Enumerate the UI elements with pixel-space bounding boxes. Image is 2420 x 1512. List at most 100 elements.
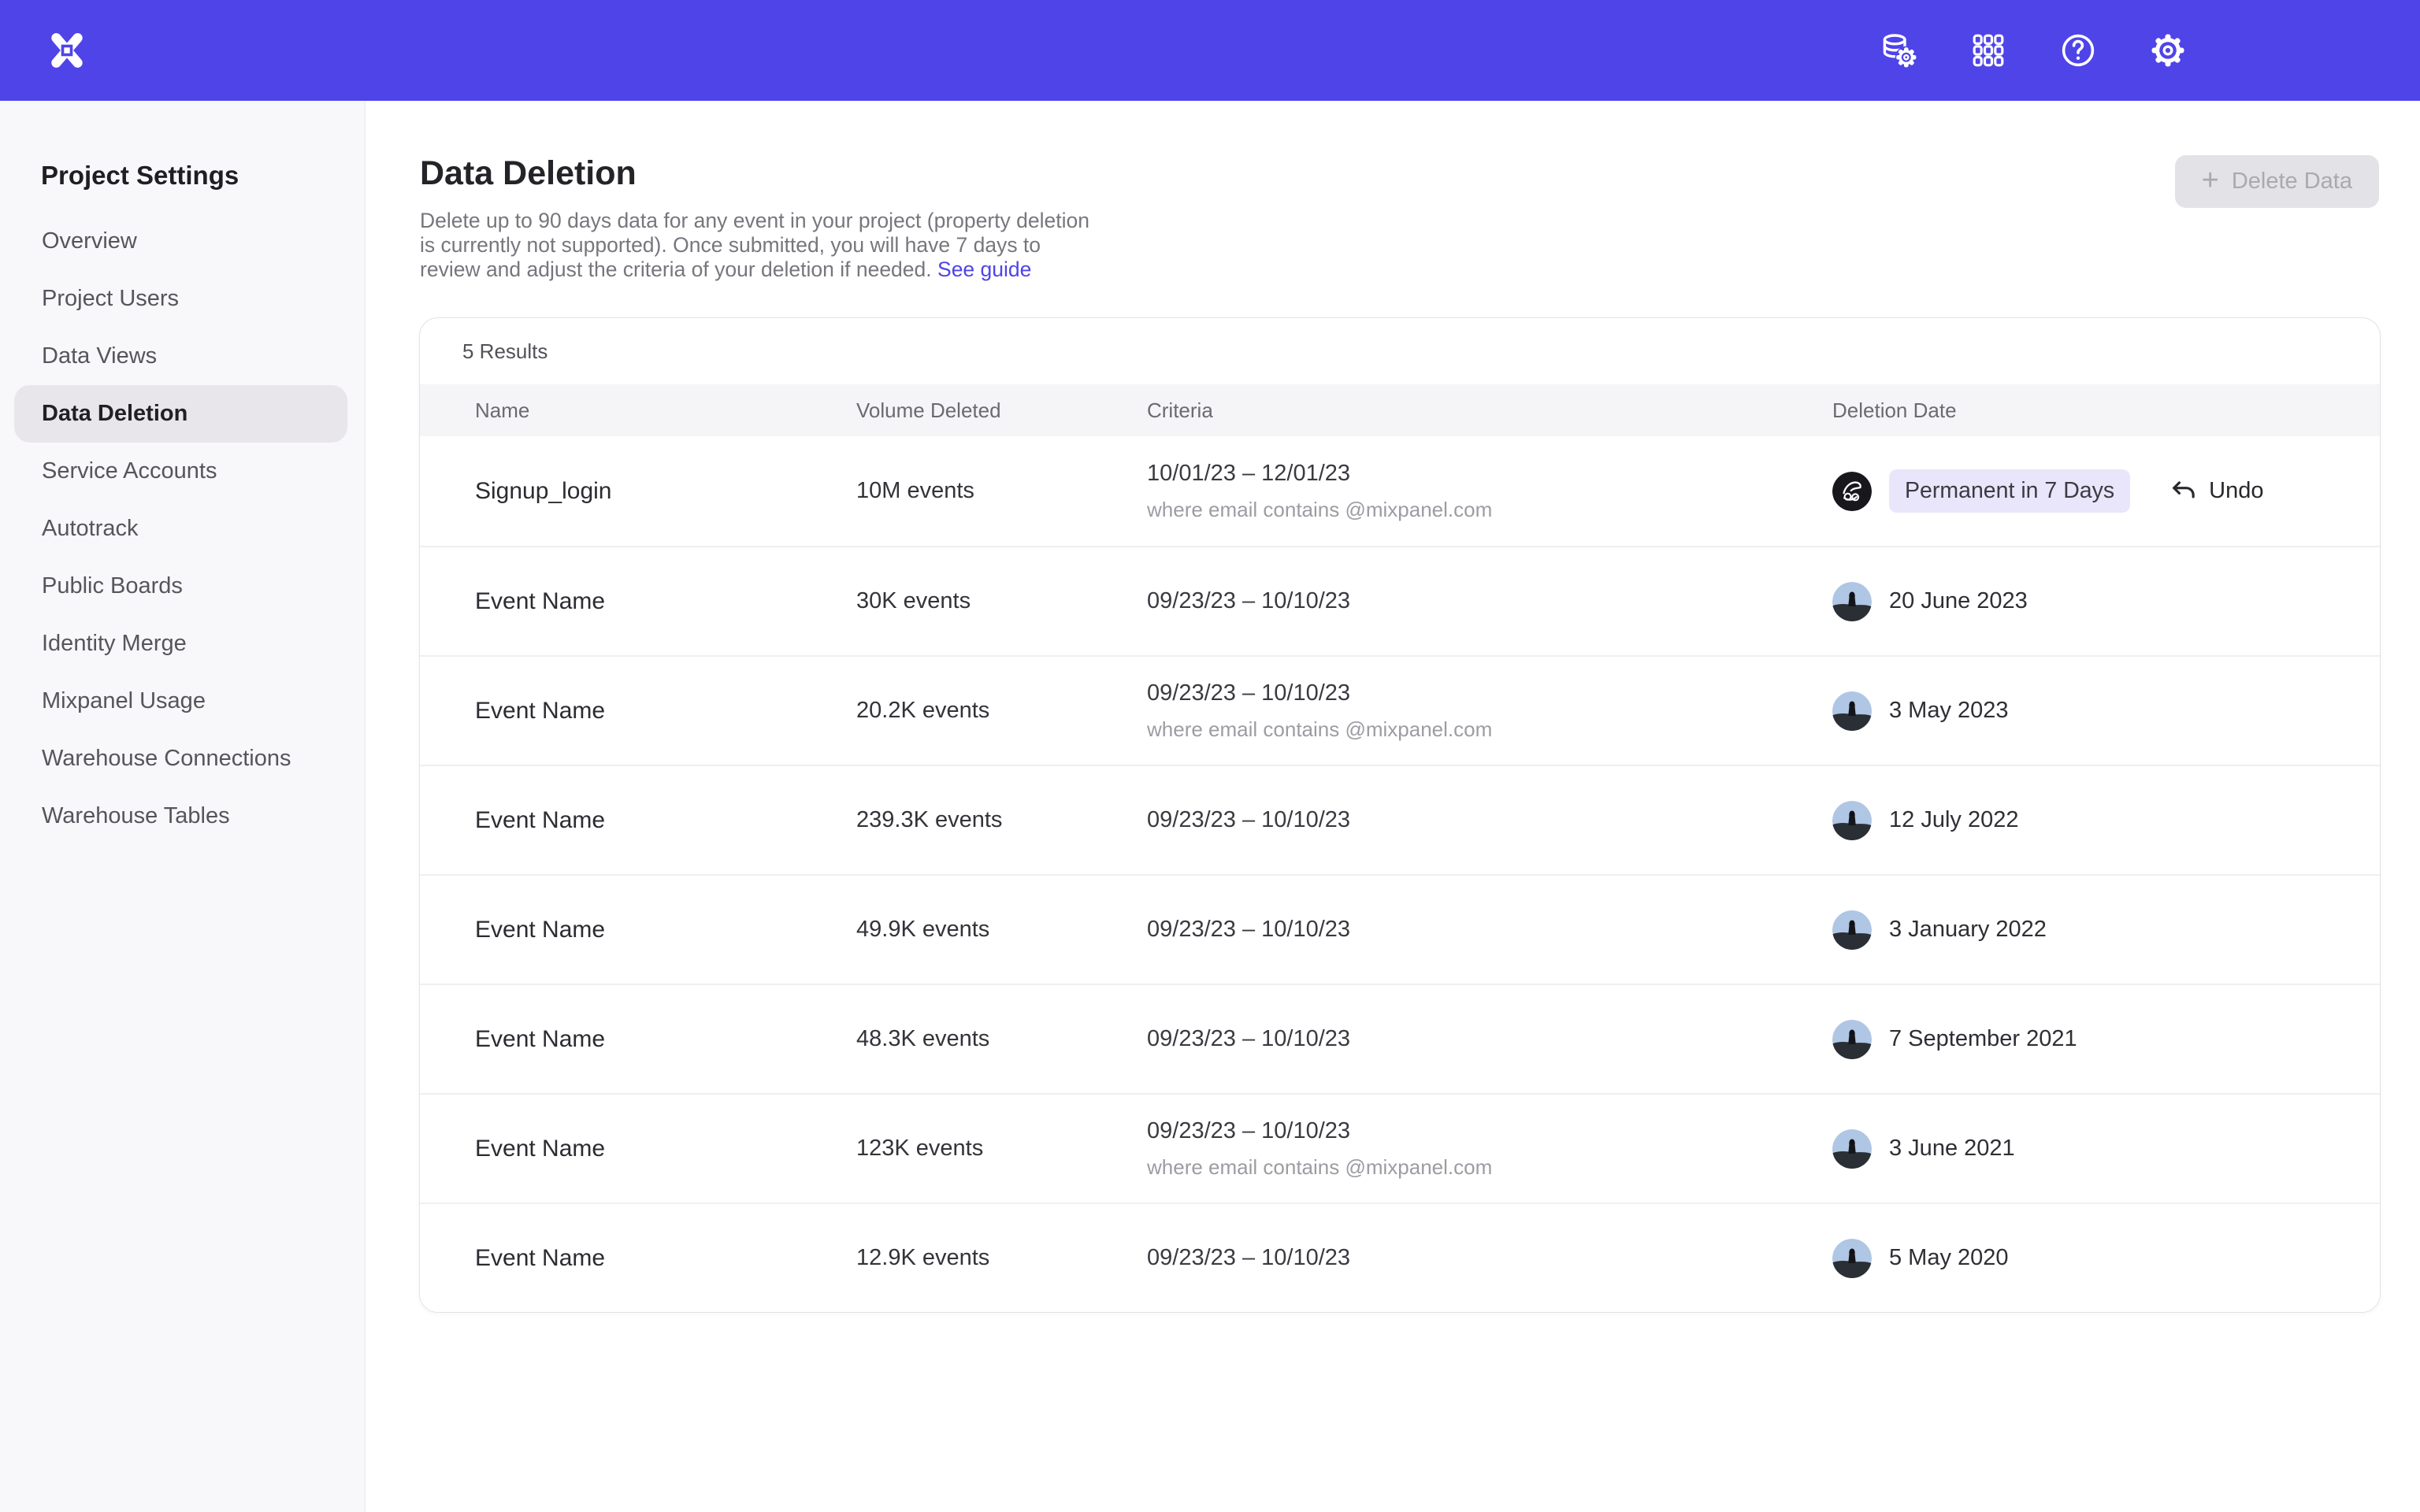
see-guide-link[interactable]: See guide [937,258,1031,281]
cell-volume: 30K events [856,588,1147,614]
sidebar-title: Project Settings [41,161,365,191]
cell-volume: 12.9K events [856,1245,1147,1271]
sidebar: Project Settings Overview Project Users … [0,101,366,1512]
criteria-date-range: 09/23/23 – 10/10/23 [1147,1245,1832,1271]
table-row: Event Name 49.9K events 09/23/23 – 10/10… [420,874,2380,984]
criteria-filter: where email contains @mixpanel.com [1147,1155,1832,1180]
table-row: Event Name 48.3K events 09/23/23 – 10/10… [420,984,2380,1093]
column-header-criteria: Criteria [1147,398,1832,423]
sidebar-item[interactable]: Data Deletion [14,385,347,443]
topbar-icon-group [1880,0,2187,101]
table-header-row: Name Volume Deleted Criteria Deletion Da… [420,384,2380,436]
sidebar-item[interactable]: Overview [14,213,347,270]
results-count: 5 Results [462,339,547,364]
criteria-date-range: 09/23/23 – 10/10/23 [1147,917,1832,943]
user-avatar-photo [1832,691,1872,731]
criteria-date-range: 10/01/23 – 12/01/23 [1147,461,1832,487]
user-avatar-photo [1832,1129,1872,1169]
criteria-date-range: 09/23/23 – 10/10/23 [1147,680,1832,706]
sidebar-item[interactable]: Service Accounts [14,443,347,500]
table-row: Event Name 12.9K events 09/23/23 – 10/10… [420,1203,2380,1312]
cell-deletion-date: 3 June 2021 [1832,1129,2380,1169]
user-avatar-photo [1832,801,1872,840]
permanent-badge: Permanent in 7 Days [1889,469,2130,513]
user-avatar-photo [1832,910,1872,950]
cell-volume: 239.3K events [856,807,1147,833]
cell-volume: 20.2K events [856,698,1147,724]
deletion-date: 5 May 2020 [1889,1245,2009,1271]
cell-name: Event Name [420,698,856,724]
cell-deletion-date: 3 May 2023 [1832,691,2380,731]
page-title: Data Deletion [420,154,1105,193]
cell-name: Event Name [420,1245,856,1272]
criteria-date-range: 09/23/23 – 10/10/23 [1147,1026,1832,1052]
cell-volume: 48.3K events [856,1026,1147,1052]
sidebar-item[interactable]: Project Users [14,270,347,328]
undo-icon [2169,477,2198,506]
criteria-filter: where email contains @mixpanel.com [1147,498,1832,522]
undo-label: Undo [2209,478,2263,504]
cell-criteria: 09/23/23 – 10/10/23 [1147,588,1832,614]
cell-deletion-date: 20 June 2023 [1832,582,2380,621]
cell-name: Event Name [420,1136,856,1162]
sidebar-list: Overview Project Users Data Views Data D… [0,213,365,845]
plus-icon: + [2202,165,2219,195]
user-avatar-illustration [1832,472,1872,511]
sidebar-item[interactable]: Data Views [14,328,347,385]
cell-criteria: 09/23/23 – 10/10/23 [1147,917,1832,943]
table-row: Signup_login 10M events 10/01/23 – 12/01… [420,436,2380,546]
results-card: 5 Results Name Volume Deleted Criteria D… [419,317,2381,1313]
undo-button[interactable]: Undo [2169,477,2263,506]
deletion-date: 3 January 2022 [1889,917,2047,943]
cell-name: Event Name [420,807,856,834]
user-avatar-photo [1832,582,1872,621]
criteria-date-range: 09/23/23 – 10/10/23 [1147,807,1832,833]
table-row: Event Name 30K events 09/23/23 – 10/10/2… [420,546,2380,655]
cell-name: Signup_login [420,478,856,505]
cell-criteria: 09/23/23 – 10/10/23 [1147,807,1832,833]
cell-deletion-date: 5 May 2020 [1832,1239,2380,1278]
sidebar-item[interactable]: Warehouse Connections [14,730,347,788]
sidebar-item[interactable]: Identity Merge [14,615,347,673]
topbar [0,0,2420,101]
sidebar-item[interactable]: Autotrack [14,500,347,558]
deletion-date: 3 May 2023 [1889,698,2009,724]
user-avatar-photo [1832,1239,1872,1278]
column-header-volume: Volume Deleted [856,398,1147,423]
cell-criteria: 09/23/23 – 10/10/23 where email contains… [1147,1118,1832,1180]
cell-criteria: 10/01/23 – 12/01/23 where email contains… [1147,461,1832,522]
cell-deletion-date: Permanent in 7 Days Undo [1832,469,2380,513]
column-header-deletion-date: Deletion Date [1832,398,2380,423]
delete-data-button-label: Delete Data [2232,169,2352,195]
mixpanel-logo[interactable] [46,29,88,72]
help-icon[interactable] [2059,32,2097,69]
deletion-date: 7 September 2021 [1889,1026,2077,1052]
table-body: Signup_login 10M events 10/01/23 – 12/01… [420,436,2380,1312]
column-header-name: Name [420,398,856,423]
sidebar-item[interactable]: Mixpanel Usage [14,673,347,730]
cell-volume: 123K events [856,1136,1147,1162]
deletion-date: 3 June 2021 [1889,1136,2015,1162]
criteria-date-range: 09/23/23 – 10/10/23 [1147,1118,1832,1144]
cell-deletion-date: 3 January 2022 [1832,910,2380,950]
cell-volume: 49.9K events [856,917,1147,943]
deletion-date: 20 June 2023 [1889,588,2028,614]
cell-name: Event Name [420,588,856,615]
cell-criteria: 09/23/23 – 10/10/23 where email contains… [1147,680,1832,742]
criteria-date-range: 09/23/23 – 10/10/23 [1147,588,1832,614]
sidebar-item[interactable]: Public Boards [14,558,347,615]
cell-deletion-date: 7 September 2021 [1832,1020,2380,1059]
cell-criteria: 09/23/23 – 10/10/23 [1147,1026,1832,1052]
cell-criteria: 09/23/23 – 10/10/23 [1147,1245,1832,1271]
sidebar-item[interactable]: Warehouse Tables [14,788,347,845]
deletion-date: 12 July 2022 [1889,807,2018,833]
cell-volume: 10M events [856,478,1147,504]
user-avatar-photo [1832,1020,1872,1059]
table-row: Event Name 239.3K events 09/23/23 – 10/1… [420,765,2380,874]
cell-name: Event Name [420,1026,856,1053]
apps-grid-icon[interactable] [1969,32,2007,69]
delete-data-button[interactable]: + Delete Data [2175,155,2379,208]
data-settings-icon[interactable] [1880,32,1917,69]
criteria-filter: where email contains @mixpanel.com [1147,717,1832,742]
settings-gear-icon[interactable] [2149,32,2187,69]
